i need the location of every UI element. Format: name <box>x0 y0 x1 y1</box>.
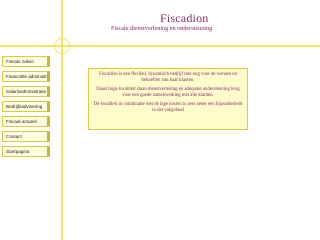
site-title: Fiscadion <box>160 11 209 25</box>
decor-circle <box>54 38 70 54</box>
sidebar-item-startpagina[interactable]: Startpagina <box>2 146 50 157</box>
sidebar-item-financiele-administratie[interactable]: Financiële administratie <box>2 71 50 82</box>
intro-paragraph-1: Fiscadion is een flexibel, dynamisch bed… <box>99 72 237 83</box>
sidebar-item-fiscaal-actueel[interactable]: Fiscaal actueel <box>2 116 50 127</box>
vertical-decor-line <box>61 0 63 240</box>
sidebar-nav: Fiscale zaken Financiële administratie S… <box>2 56 50 161</box>
intro-content-box: Fiscadion is een flexibel, dynamisch bed… <box>88 68 248 130</box>
intro-paragraph-3: De kwaliteit in combinatie met de lage k… <box>93 102 243 113</box>
sidebar-item-contact[interactable]: Contact <box>2 131 50 142</box>
horizontal-decor-line <box>0 45 320 47</box>
intro-paragraph-2: Naast hoge kwaliteit staan dienstverleni… <box>96 87 240 98</box>
sidebar-item-fiscale-zaken[interactable]: Fiscale zaken <box>2 56 50 67</box>
sidebar-item-salarisadministratie[interactable]: Salarisadministratie <box>2 86 50 97</box>
sidebar-item-bedrijfsadvisering[interactable]: Bedrijfsadvisering <box>2 101 50 112</box>
site-subtitle: Fiscale dienstverlening en ondersteuning <box>111 25 213 32</box>
